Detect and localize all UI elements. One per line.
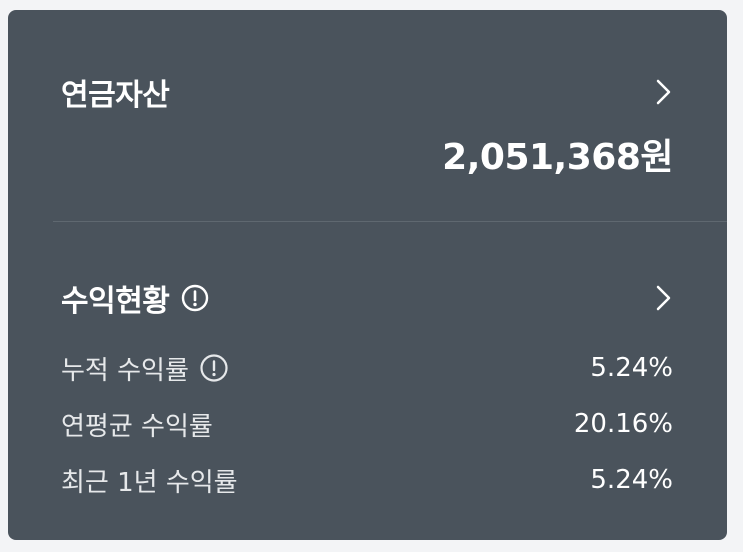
profit-row-cumulative: 누적 수익률 5.24% bbox=[61, 340, 673, 396]
pension-asset-header[interactable]: 연금자산 bbox=[61, 66, 675, 118]
profit-row-label-wrap: 누적 수익률 bbox=[61, 350, 229, 387]
profit-rows: 누적 수익률 5.24% 연평균 수익률 20.16% 최근 1년 수익률 5.… bbox=[61, 340, 673, 508]
profit-row-value: 20.16% bbox=[573, 409, 673, 439]
profit-row-value: 5.24% bbox=[590, 353, 673, 383]
profit-status-title: 수익현황 bbox=[61, 284, 170, 319]
info-icon[interactable] bbox=[199, 353, 229, 383]
pension-asset-title: 연금자산 bbox=[61, 78, 170, 113]
profit-row-value: 5.24% bbox=[590, 465, 673, 495]
chevron-right-icon[interactable] bbox=[653, 284, 675, 312]
profit-row-label: 최근 1년 수익률 bbox=[61, 467, 238, 498]
profit-row-label: 누적 수익률 bbox=[61, 355, 189, 386]
section-divider bbox=[53, 221, 727, 222]
info-icon[interactable] bbox=[181, 284, 209, 312]
chevron-right-icon[interactable] bbox=[653, 78, 675, 106]
profit-status-header[interactable]: 수익현황 bbox=[61, 270, 675, 326]
profit-status-title-wrap: 수익현황 bbox=[61, 276, 209, 320]
profit-row-recent-year: 최근 1년 수익률 5.24% bbox=[61, 452, 673, 508]
pension-asset-amount: 2,051,368원 bbox=[442, 137, 673, 178]
profit-row-label: 연평균 수익률 bbox=[61, 411, 213, 442]
profit-row-annual-average: 연평균 수익률 20.16% bbox=[61, 396, 673, 452]
pension-card: 연금자산 2,051,368원 수익현황 누적 수익률 5.24% 연평균 수익… bbox=[8, 10, 727, 540]
